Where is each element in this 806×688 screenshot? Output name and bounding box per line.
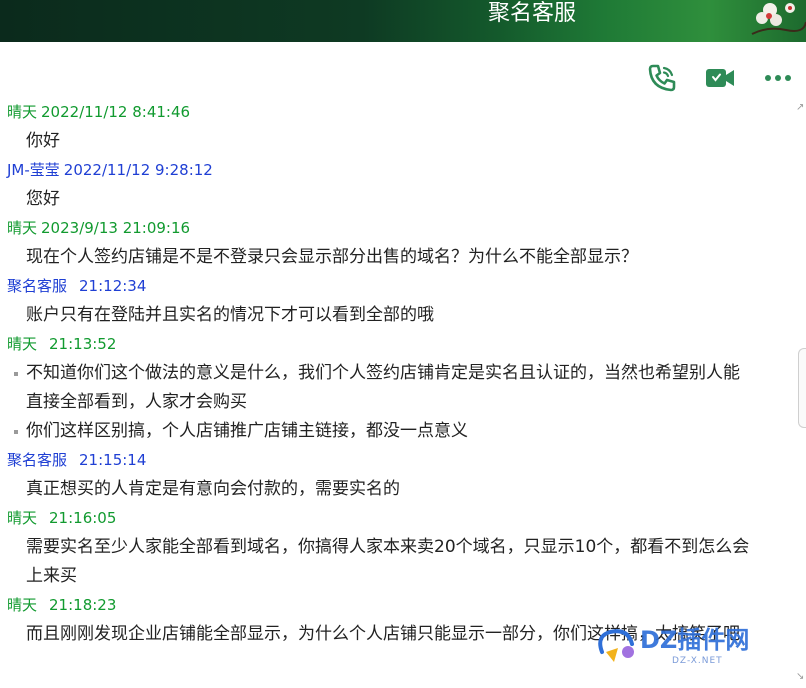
message-item: 晴天 2023/9/13 21:09:16 现在个人签约店铺是不是不登录只会显示部… [0, 214, 800, 272]
message-text: 不知道你们这个做法的意义是什么，我们个人签约店铺肯定是实名且认证的，当然也希望别… [0, 359, 800, 388]
message-item: 晴天 21:16:05 需要实名至少人家能全部看到域名，你搞得人家本来卖20个域名… [0, 504, 800, 591]
more-icon [765, 75, 791, 81]
message-time: 21:18:23 [49, 596, 117, 614]
message-text: 真正想买的人肯定是有意向会付款的，需要实名的 [26, 479, 400, 499]
message-text: 你们这样区别搞，个人店铺推广店铺主链接，都没一点意义 [0, 417, 800, 446]
message-time: 2022/11/12 9:28:12 [63, 161, 213, 179]
sender-name: 晴天 [7, 509, 38, 527]
message-time: 2022/11/12 8:41:46 [41, 103, 191, 121]
sender-name: 聚名客服 [7, 277, 68, 295]
message-text: 上来买 [26, 566, 77, 586]
message-meta: 晴天 21:13:52 [0, 330, 800, 359]
message-item: 晴天 21:13:52 不知道你们这个做法的意义是什么，我们个人签约店铺肯定是实名… [0, 330, 800, 446]
message-meta: 晴天 2023/9/13 21:09:16 [0, 214, 800, 243]
message-item: 聚名客服 21:15:14 真正想买的人肯定是有意向会付款的，需要实名的 [0, 446, 800, 504]
message-meta: 晴天 21:16:05 [0, 504, 800, 533]
message-meta: 晴天 21:18:23 [0, 591, 800, 620]
message-meta: 聚名客服 21:12:34 [0, 272, 800, 301]
more-options-button[interactable] [760, 60, 796, 96]
message-text: 而且刚刚发现企业店铺能全部显示，为什么个人店铺只能显示一部分，你们这样搞，太搞笑… [26, 624, 740, 644]
message-list: 晴天 2022/11/12 8:41:46 你好 JM-莹莹 2022/11/12 … [0, 98, 800, 688]
phone-icon [648, 64, 676, 92]
sender-name: 聚名客服 [7, 451, 68, 469]
side-panel-toggle[interactable] [798, 348, 806, 428]
title-bar: 聚名客服 [0, 0, 806, 42]
message-text: 需要实名至少人家能全部看到域名，你搞得人家本来卖20个域名，只显示10个，都看不… [26, 537, 750, 557]
sender-name: 晴天 [7, 596, 38, 614]
message-meta: 晴天 2022/11/12 8:41:46 [0, 98, 800, 127]
sender-name: 晴天 [7, 219, 38, 237]
flower-decoration-icon [751, 3, 806, 35]
scroll-down-arrow-icon[interactable]: ↘ [796, 672, 804, 682]
message-item: 聚名客服 21:12:34 账户只有在登陆并且实名的情况下才可以看到全部的哦 [0, 272, 800, 330]
message-meta: JM-莹莹 2022/11/12 9:28:12 [0, 156, 800, 185]
window-title: 聚名客服 [487, 1, 576, 26]
sender-name: 晴天 [7, 335, 38, 353]
message-time: 21:15:14 [79, 451, 147, 469]
chat-toolbar [606, 60, 806, 96]
sender-name: JM-莹莹 [7, 161, 60, 179]
message-item: 晴天 21:18:23 而且刚刚发现企业店铺能全部显示，为什么个人店铺只能显示一部… [0, 591, 800, 649]
message-text: 您好 [26, 189, 60, 209]
message-time: 21:12:34 [79, 277, 147, 295]
message-item: JM-莹莹 2022/11/12 9:28:12 您好 [0, 156, 800, 214]
sender-name: 晴天 [7, 103, 38, 121]
message-time: 21:13:52 [49, 335, 117, 353]
phone-call-button[interactable] [644, 60, 680, 96]
video-call-button[interactable] [702, 60, 738, 96]
message-time: 21:16:05 [49, 509, 117, 527]
message-text: 直接全部看到，人家才会购买 [26, 392, 247, 412]
message-text: 你好 [26, 131, 60, 151]
message-meta: 聚名客服 21:15:14 [0, 446, 800, 475]
scroll-up-arrow-icon[interactable]: ↗ [796, 103, 804, 113]
message-text: 现在个人签约店铺是不是不登录只会显示部分出售的域名？为什么不能全部显示？ [26, 247, 638, 267]
message-time: 2023/9/13 21:09:16 [41, 219, 191, 237]
message-item: 晴天 2022/11/12 8:41:46 你好 [0, 98, 800, 156]
message-text: 账户只有在登陆并且实名的情况下才可以看到全部的哦 [26, 305, 434, 325]
video-icon [706, 69, 734, 87]
